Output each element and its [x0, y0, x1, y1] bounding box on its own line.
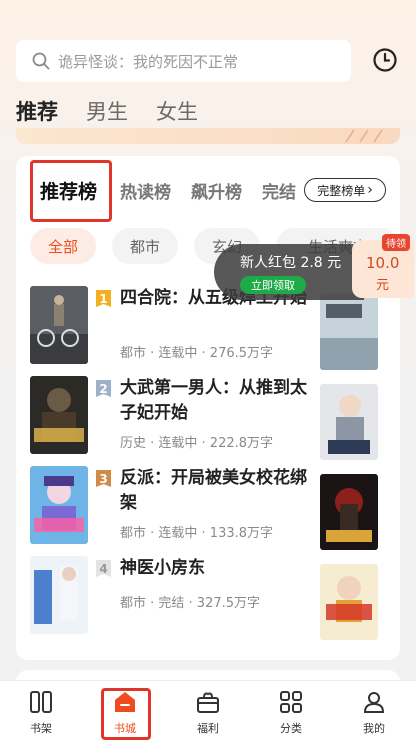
- bookshelf-icon: [30, 691, 52, 713]
- nav-label: 福利: [197, 722, 219, 735]
- book-cover[interactable]: [30, 556, 88, 634]
- full-list-label: 完整榜单: [317, 183, 366, 198]
- claim-now-button[interactable]: 立即领取: [240, 276, 306, 294]
- tab-male[interactable]: 男生: [86, 96, 128, 130]
- nav-label: 书架: [30, 722, 52, 735]
- rank-badge: 1: [96, 290, 111, 307]
- search-icon: [32, 52, 50, 70]
- book-meta: 都市 · 连载中 · 276.5万字: [120, 346, 274, 361]
- coupon-amount: 10.0: [366, 254, 400, 272]
- chevron-right-icon: ›: [367, 182, 373, 198]
- book-meta: 历史 · 连载中 · 222.8万字: [120, 436, 274, 451]
- tab-female[interactable]: 女生: [156, 96, 198, 130]
- ranking-tabs: 推荐榜 热读榜 飙升榜 完结 完整榜单 ›: [16, 156, 400, 222]
- coupon-unit: 元: [376, 278, 390, 293]
- new-user-redpacket-toast[interactable]: 新人红包 2.8 元 立即领取: [214, 244, 364, 300]
- book-row[interactable]: 2 大武第一男人：从推到太子妃开始 历史 · 连载中 · 222.8万字: [16, 376, 400, 466]
- book-cover[interactable]: [30, 466, 88, 544]
- gift-icon: [197, 692, 219, 713]
- ranking-card: 推荐榜 热读榜 飙升榜 完结 完整榜单 › 全部 都市 玄幻 生活爽文 1 四合…: [16, 156, 400, 660]
- banner-strip[interactable]: [16, 128, 400, 144]
- full-list-button[interactable]: 完整榜单 ›: [304, 178, 386, 202]
- rank-badge: 4: [96, 560, 111, 577]
- nav-welfare[interactable]: 福利: [176, 681, 240, 740]
- tab-hot-read-list[interactable]: 热读榜: [120, 178, 171, 203]
- side-book-cover[interactable]: [320, 474, 378, 550]
- profile-icon: [363, 692, 385, 713]
- chip-urban[interactable]: 都市: [112, 228, 178, 264]
- rank-badge: 3: [96, 470, 111, 487]
- nav-label: 我的: [363, 722, 385, 735]
- book-meta: 都市 · 完结 · 327.5万字: [120, 596, 261, 611]
- tab-recommend[interactable]: 推荐: [16, 96, 58, 136]
- category-icon: [280, 691, 302, 713]
- book-cover[interactable]: [30, 376, 88, 454]
- book-title: 神医小房东: [120, 558, 205, 578]
- chip-all[interactable]: 全部: [30, 228, 96, 264]
- redpacket-title: 新人红包 2.8 元: [240, 255, 342, 271]
- book-row[interactable]: 3 反派：开局被美女校花绑架 都市 · 连载中 · 133.8万字: [16, 466, 400, 556]
- side-book-cover[interactable]: [320, 384, 378, 460]
- book-title: 反派：开局被美女校花绑架: [120, 468, 307, 513]
- search-placeholder: 诡异怪谈：我的死因不正常: [58, 52, 239, 71]
- active-nav-highlight: [101, 688, 151, 740]
- side-book-cover[interactable]: [320, 564, 378, 640]
- nav-label: 分类: [280, 722, 302, 735]
- side-book-cover[interactable]: [320, 294, 378, 370]
- history-clock-icon[interactable]: [372, 47, 398, 73]
- book-cover[interactable]: [30, 286, 88, 364]
- tab-completed-list[interactable]: 完结: [262, 178, 296, 203]
- nav-profile[interactable]: 我的: [342, 681, 406, 740]
- coupon-badge[interactable]: 待领 10.0 元: [352, 234, 414, 298]
- bottom-nav: 书架 书城 福利 分类 我的: [0, 680, 416, 740]
- channel-tabs: 推荐 男生 女生: [16, 96, 226, 136]
- tab-recommend-list[interactable]: 推荐榜: [40, 177, 97, 204]
- book-title: 大武第一男人：从推到太子妃开始: [120, 378, 307, 423]
- book-meta: 都市 · 连载中 · 133.8万字: [120, 526, 274, 541]
- book-row[interactable]: 4 神医小房东 都市 · 完结 · 327.5万字: [16, 556, 400, 646]
- search-input[interactable]: 诡异怪谈：我的死因不正常: [16, 40, 351, 82]
- tab-rising-list[interactable]: 飙升榜: [191, 178, 242, 203]
- nav-category[interactable]: 分类: [259, 681, 323, 740]
- coupon-pending-tag: 待领: [382, 234, 410, 251]
- nav-bookshelf[interactable]: 书架: [9, 681, 73, 740]
- rank-badge: 2: [96, 380, 111, 397]
